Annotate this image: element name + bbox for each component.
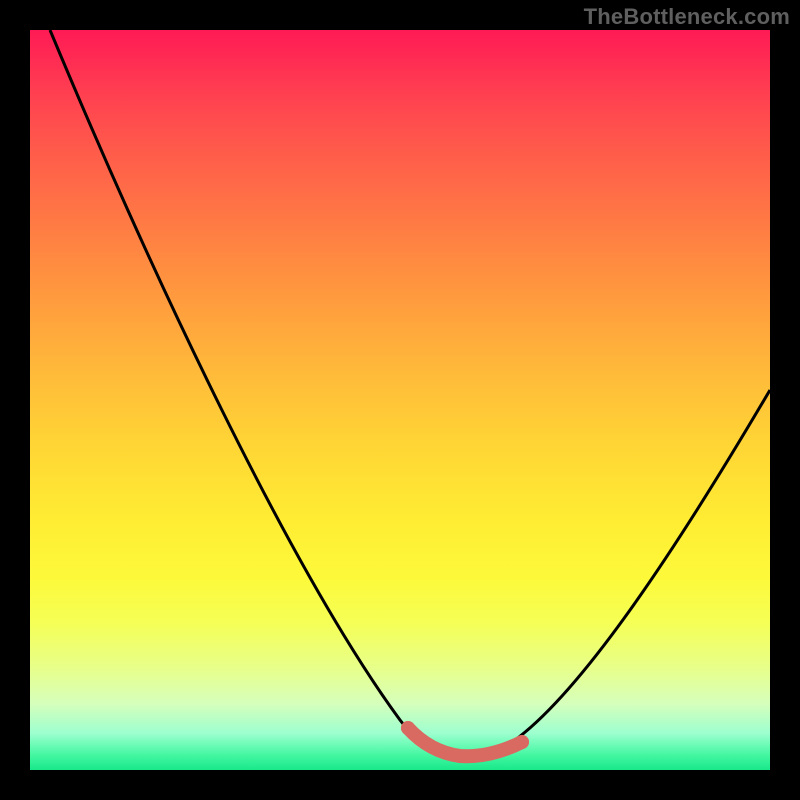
optimal-band-dot-right	[515, 735, 529, 749]
optimal-band-dot-left	[401, 721, 415, 735]
watermark-text: TheBottleneck.com	[584, 4, 790, 30]
optimal-band	[408, 728, 522, 756]
chart-frame: TheBottleneck.com	[0, 0, 800, 800]
plot-area	[30, 30, 770, 770]
bottleneck-curve	[50, 30, 770, 758]
curve-layer	[30, 30, 770, 770]
